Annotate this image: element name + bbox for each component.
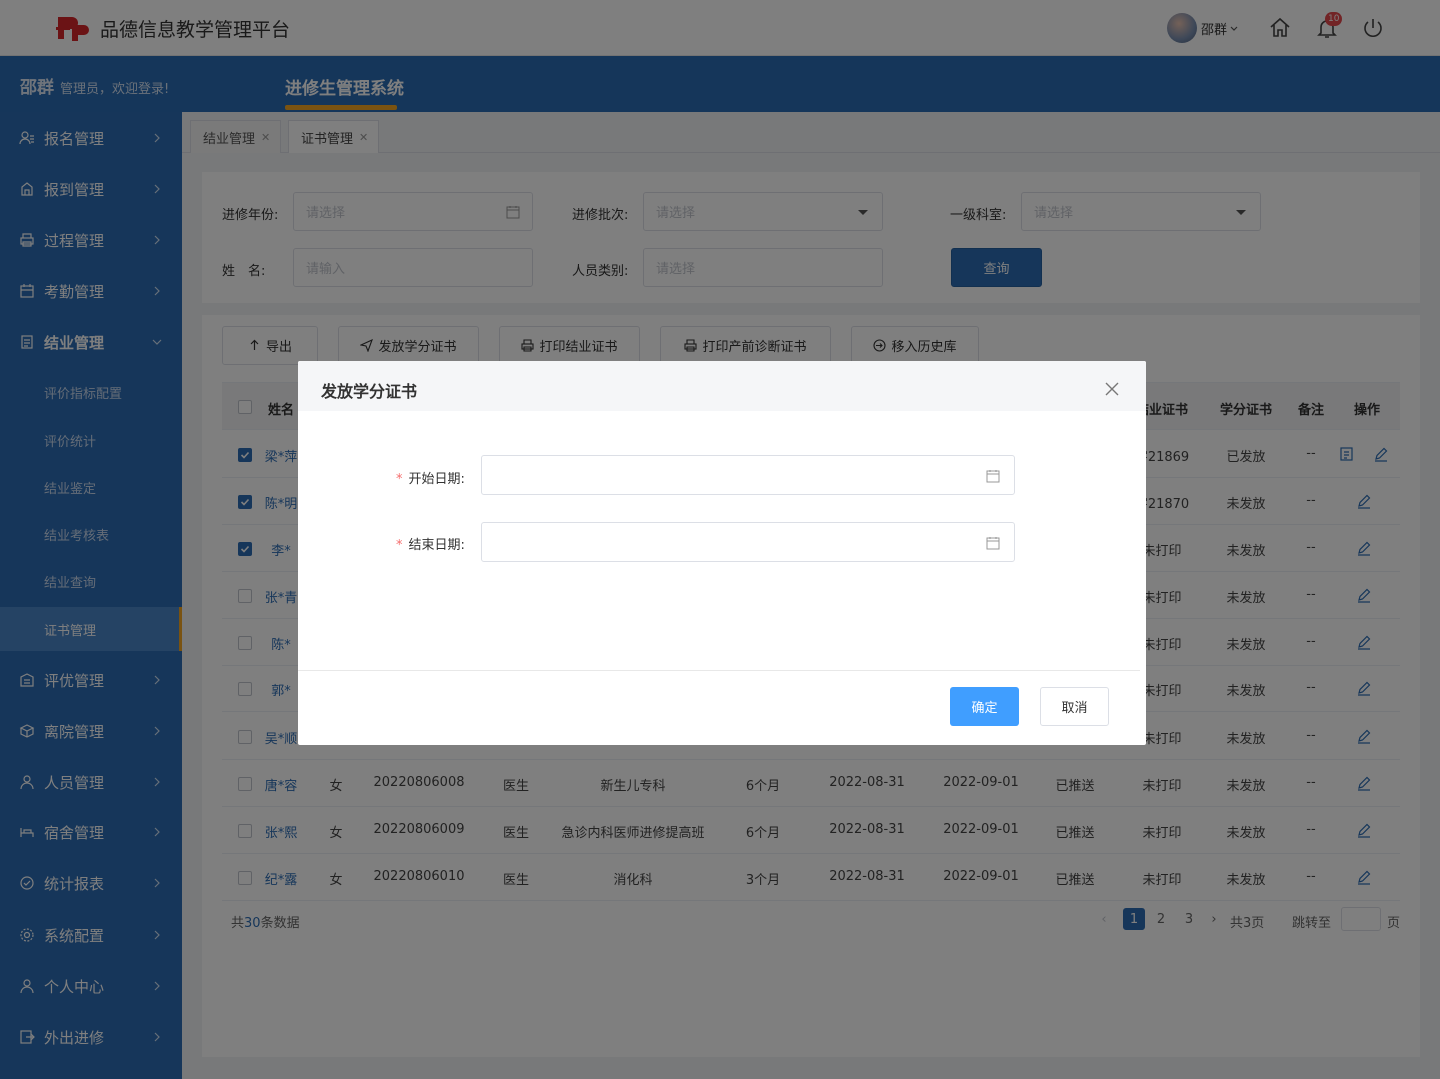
end-date-input[interactable]	[481, 522, 1015, 562]
calendar-icon	[986, 470, 1000, 483]
dialog-divider	[298, 670, 1140, 671]
required-mark: *	[396, 538, 403, 553]
issue-credit-dialog: 发放学分证书 * 开始日期: * 结束日期: 确定 取消	[298, 361, 1146, 745]
dialog-header: 发放学分证书	[298, 361, 1146, 411]
confirm-button[interactable]: 确定	[950, 687, 1019, 726]
calendar-icon	[986, 537, 1000, 550]
cancel-button[interactable]: 取消	[1040, 687, 1109, 726]
dialog-title: 发放学分证书	[321, 382, 418, 401]
end-date-label: * 结束日期:	[396, 534, 465, 553]
start-label-text: 开始日期:	[408, 472, 465, 487]
end-label-text: 结束日期:	[408, 538, 465, 553]
required-mark: *	[396, 472, 403, 487]
start-date-label: * 开始日期:	[396, 468, 465, 487]
close-icon[interactable]	[1104, 381, 1120, 397]
start-date-input[interactable]	[481, 455, 1015, 495]
